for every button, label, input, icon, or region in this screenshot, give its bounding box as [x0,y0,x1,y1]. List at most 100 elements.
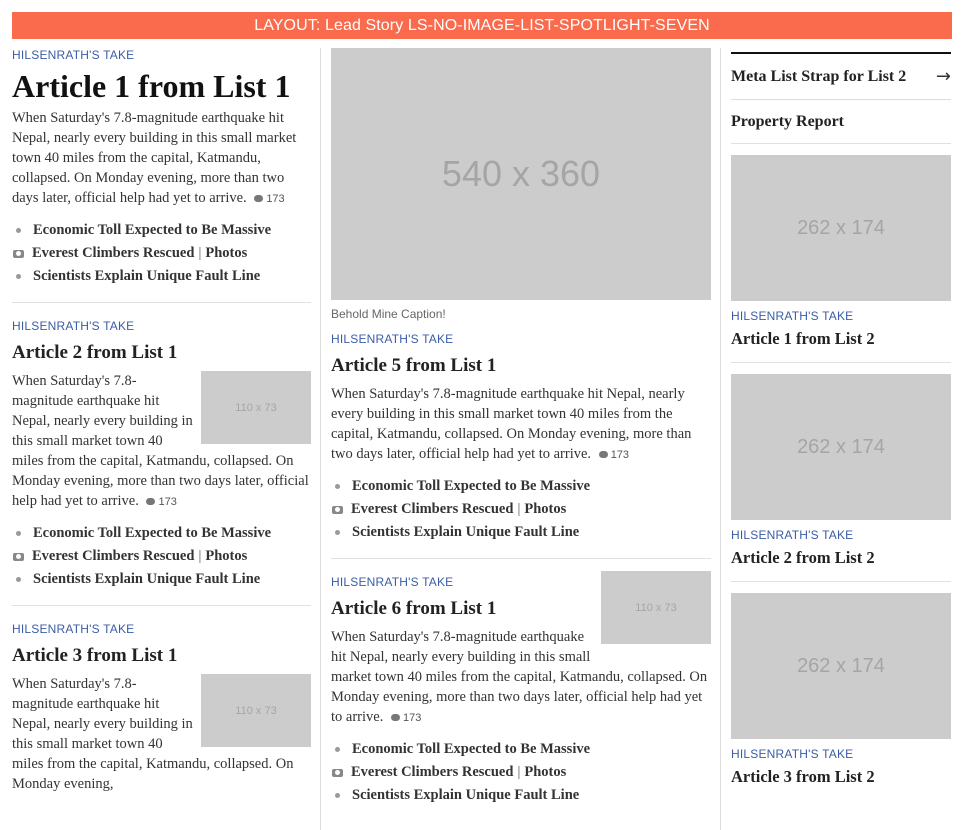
photos-link[interactable]: Photos [205,242,247,265]
article-5-list-1: HILSENRATH'S TAKE Article 5 from List 1 … [331,332,711,544]
related-link-label: Economic Toll Expected to Be Massive [33,222,272,238]
comment-count-value: 173 [266,193,285,205]
related-link[interactable]: Scientists Explain Unique Fault Line [331,521,711,544]
article-6-list-1: 110 x 73 HILSENRATH'S TAKE Article 6 fro… [331,571,711,807]
comment-count-value: 173 [402,712,422,724]
comment-count[interactable]: 173 [142,496,177,508]
right-column: Meta List Strap for List 2 → Property Re… [731,52,951,788]
related-link[interactable]: Economic Toll Expected to Be Massive [12,219,311,242]
comment-count-value: 173 [158,496,177,508]
article-flag[interactable]: HILSENRATH'S TAKE [731,528,951,542]
article-flag[interactable]: HILSENRATH'S TAKE [731,747,951,761]
related-link-label: Scientists Explain Unique Fault Line [352,787,580,803]
related-link-label: Economic Toll Expected to Be Massive [352,478,591,494]
article-headline[interactable]: Article 2 from List 1 [12,341,311,365]
divider [731,581,951,582]
related-link[interactable]: Scientists Explain Unique Fault Line [12,568,311,591]
related-links: Economic Toll Expected to Be Massive Eve… [12,522,311,591]
article-flag[interactable]: HILSENRATH'S TAKE [331,332,711,346]
related-link[interactable]: Economic Toll Expected to Be Massive [331,738,711,761]
related-link-label: Everest Climbers Rescued [32,245,195,261]
related-link[interactable]: Economic Toll Expected to Be Massive [331,475,711,498]
layout-banner: LAYOUT: Lead Story LS-NO-IMAGE-LIST-SPOT… [12,12,952,39]
divider [731,362,951,363]
bullet-icon [335,747,340,752]
article-image[interactable]: 262 x 174 [731,374,951,520]
summary-text: When Saturday's 7.8-magnitude earthquake… [12,110,297,206]
image-caption: Behold Mine Caption! [331,307,446,321]
related-link[interactable]: Everest Climbers Rescued | Photos [331,498,711,521]
summary-text: When Saturday's 7.8-magnitude earthquake… [331,386,692,462]
related-link-label: Scientists Explain Unique Fault Line [352,524,580,540]
article-2-list-1: HILSENRATH'S TAKE Article 2 from List 1 … [12,319,311,591]
list-strap[interactable]: Meta List Strap for List 2 → [731,52,951,100]
column-divider [720,48,721,830]
article-3-list-1: HILSENRATH'S TAKE Article 3 from List 1 … [12,622,311,794]
article-summary: When Saturday's 7.8-magnitude earthquake… [12,108,311,209]
comment-icon [146,498,156,505]
middle-column: 540 x 360 Behold Mine Caption! HILSENRAT… [331,48,711,807]
article-flag[interactable]: HILSENRATH'S TAKE [731,309,951,323]
article-thumbnail[interactable]: 110 x 73 [201,674,311,747]
article-flag[interactable]: HILSENRATH'S TAKE [12,622,311,636]
camera-icon [332,505,343,514]
photos-link[interactable]: Photos [524,498,566,521]
article-flag[interactable]: HILSENRATH'S TAKE [12,48,311,62]
article-headline[interactable]: Article 2 from List 2 [731,547,951,569]
photos-link[interactable]: Photos [205,545,247,568]
divider [12,302,311,303]
article-headline[interactable]: Article 5 from List 1 [331,354,711,378]
bullet-icon [16,577,21,582]
article-1-list-2: 262 x 174 HILSENRATH'S TAKE Article 1 fr… [731,155,951,363]
related-link-label: Everest Climbers Rescued [32,548,195,564]
property-report-link[interactable]: Property Report [731,100,951,144]
related-link[interactable]: Everest Climbers Rescued | Photos [12,242,311,265]
article-headline[interactable]: Article 1 from List 1 [12,68,311,104]
separator: | [198,245,202,261]
bullet-icon [16,274,21,279]
related-link[interactable]: Scientists Explain Unique Fault Line [12,265,311,288]
related-link-label: Everest Climbers Rescued [351,501,514,517]
related-link-label: Everest Climbers Rescued [351,764,514,780]
camera-icon [332,768,343,777]
article-headline[interactable]: Article 3 from List 1 [12,644,311,668]
comment-icon [390,714,400,721]
article-thumbnail[interactable]: 110 x 73 [601,571,711,644]
bullet-icon [16,228,21,233]
article-summary: When Saturday's 7.8-magnitude earthquake… [331,384,711,465]
article-headline[interactable]: Article 3 from List 2 [731,766,951,788]
divider [331,558,711,559]
comment-count[interactable]: 173 [250,193,285,205]
camera-icon [13,552,24,561]
article-3-list-2: 262 x 174 HILSENRATH'S TAKE Article 3 fr… [731,593,951,788]
left-column: HILSENRATH'S TAKE Article 1 from List 1 … [12,48,311,794]
related-link[interactable]: Everest Climbers Rescued | Photos [331,761,711,784]
article-image[interactable]: 262 x 174 [731,155,951,301]
article-thumbnail[interactable]: 110 x 73 [201,371,311,444]
related-link[interactable]: Scientists Explain Unique Fault Line [331,784,711,807]
separator: | [517,764,521,780]
article-1-list-1: HILSENRATH'S TAKE Article 1 from List 1 … [12,48,311,288]
related-links: Economic Toll Expected to Be Massive Eve… [331,738,711,807]
related-links: Economic Toll Expected to Be Massive Eve… [331,475,711,544]
comment-count[interactable]: 173 [387,712,421,724]
comment-count[interactable]: 173 [595,449,629,461]
article-flag[interactable]: HILSENRATH'S TAKE [12,319,311,333]
related-link-label: Scientists Explain Unique Fault Line [33,268,261,284]
related-links: Economic Toll Expected to Be Massive Eve… [12,219,311,288]
related-link[interactable]: Economic Toll Expected to Be Massive [12,522,311,545]
separator: | [198,548,202,564]
related-link[interactable]: Everest Climbers Rescued | Photos [12,545,311,568]
comment-icon [598,451,608,458]
bullet-icon [335,530,340,535]
article-2-list-2: 262 x 174 HILSENRATH'S TAKE Article 2 fr… [731,374,951,582]
article-image[interactable]: 262 x 174 [731,593,951,739]
photos-link[interactable]: Photos [524,761,566,784]
bullet-icon [335,484,340,489]
article-headline[interactable]: Article 1 from List 2 [731,328,951,350]
camera-icon [13,249,24,258]
hero-image[interactable]: 540 x 360 [331,48,711,300]
bullet-icon [335,793,340,798]
divider [12,605,311,606]
related-link-label: Economic Toll Expected to Be Massive [33,525,272,541]
